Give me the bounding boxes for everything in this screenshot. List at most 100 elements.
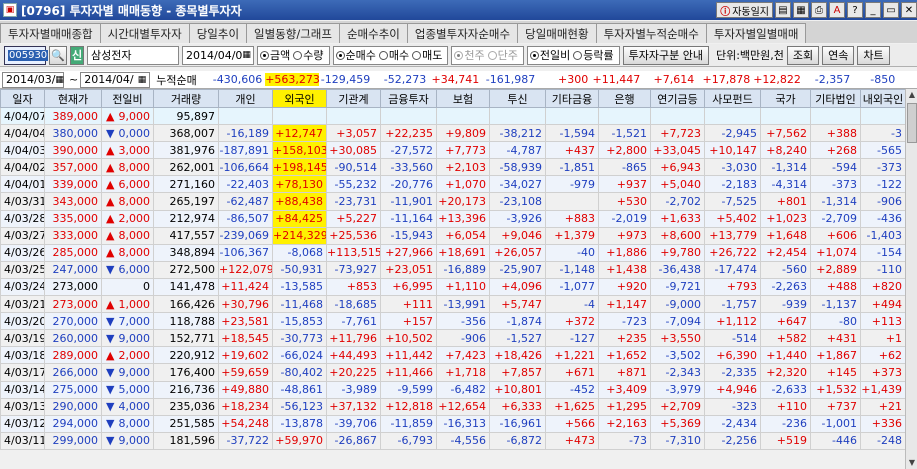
calendar-icon[interactable]: ▦ — [242, 50, 251, 60]
value-cell: -154 — [860, 243, 906, 262]
value-cell: -865 — [598, 158, 651, 177]
column-header[interactable]: 금융투자 — [380, 89, 437, 108]
column-header[interactable]: 기관계 — [326, 89, 381, 108]
down-triangle-icon: ▼ — [106, 263, 115, 277]
table-row[interactable]: 4/03/25 247,000 ▼ 6,000 272,500 +122,079 -50,9… — [0, 260, 906, 279]
table-row[interactable]: 4/03/18 289,000 ▲ 2,000 220,912 +19,602 -66,02… — [0, 346, 906, 365]
font-size-icon[interactable]: A — [829, 2, 845, 18]
grid-layout-icon[interactable]: ▦ — [793, 2, 809, 18]
table-row[interactable]: 4/03/11 299,000 ▼ 9,000 181,596 -37,722 +59,97… — [0, 431, 906, 450]
scroll-thumb[interactable] — [907, 103, 917, 143]
query-button[interactable]: 조회 — [786, 45, 820, 65]
value-cell: -723 — [598, 312, 651, 331]
value-cell: +113 — [860, 312, 906, 331]
value-cell: 380,000 — [44, 124, 102, 143]
help-button[interactable]: ? — [847, 2, 863, 18]
value-cell: +49,880 — [218, 380, 273, 399]
table-row[interactable]: 4/03/20 270,000 ▼ 7,000 118,788 +23,581 -15,85… — [0, 312, 906, 331]
value-cell: -2,343 — [650, 363, 705, 382]
column-header[interactable]: 거래량 — [153, 89, 219, 108]
column-header[interactable]: 일자 — [0, 89, 45, 108]
table-row[interactable]: 4/03/24 273,000 0 141,478 +11,424 -13,585 +853… — [0, 277, 906, 297]
radio-change-rate[interactable]: 등락률 — [573, 47, 614, 63]
close-icon[interactable]: ✕ — [901, 2, 917, 18]
print-icon[interactable]: ⎙ — [811, 2, 827, 18]
auto-log-button[interactable]: ⓘ 자동일지 — [716, 2, 773, 18]
radio-sell[interactable]: 매도 — [412, 47, 442, 63]
column-header[interactable]: 투신 — [489, 89, 546, 108]
restore-icon[interactable]: ▭ — [883, 2, 899, 18]
table-row[interactable]: 4/04/07 389,000 ▲ 9,000 95,897 — [0, 106, 906, 126]
table-row[interactable]: 4/03/17 266,000 ▼ 9,000 176,400 +59,659 -80,40… — [0, 363, 906, 382]
scroll-up-icon[interactable]: ▲ — [907, 89, 917, 101]
column-header[interactable]: 연기금등 — [650, 89, 705, 108]
vertical-scrollbar[interactable]: ▲ ▼ — [905, 89, 917, 469]
tab-4[interactable]: 순매수추이 — [338, 23, 408, 43]
value-cell: ▲ 8,000 — [101, 192, 154, 211]
stock-code-input[interactable]: 005930 — [4, 45, 49, 65]
radio-net-buy[interactable]: 순매수 — [335, 47, 376, 63]
table-row[interactable]: 4/03/12 294,000 ▼ 8,000 251,585 +54,248 -13,87… — [0, 414, 906, 433]
tab-8[interactable]: 투자자별일별매매 — [705, 23, 807, 43]
minimize-icon[interactable]: _ — [865, 2, 881, 18]
radio-single-shares[interactable]: 단주 — [487, 47, 518, 63]
table-row[interactable]: 4/03/28 335,000 ▲ 2,000 212,974 -86,507 +84,42… — [0, 209, 906, 228]
radio-qty[interactable]: 수량 — [293, 47, 324, 63]
column-header[interactable]: 개인 — [218, 89, 273, 108]
table-row[interactable]: 4/03/21 273,000 ▲ 1,000 166,426 +30,796 -11,46… — [0, 295, 906, 314]
column-header[interactable]: 기타법인 — [810, 89, 861, 108]
table-row[interactable]: 4/03/19 260,000 ▼ 9,000 152,771 +18,545 -30,77… — [0, 329, 906, 348]
query-toolbar: 005930 🔍 신 삼성전자 2014/04/0 ▦ 금액 수량 순매수 매수 … — [0, 44, 917, 67]
column-header[interactable]: 전일비 — [101, 89, 154, 108]
column-header[interactable]: 외국인 — [272, 89, 327, 108]
tab-6[interactable]: 당일매매현황 — [517, 23, 597, 43]
radio-prev-day[interactable]: 전일비 — [529, 47, 570, 63]
new-stock-icon[interactable]: 신 — [70, 45, 84, 65]
table-row[interactable]: 4/04/02 357,000 ▲ 8,000 262,001 -106,664 +198,… — [0, 158, 906, 177]
table-row[interactable]: 4/04/04 380,000 ▼ 0,000 368,007 -16,189 +12,74… — [0, 124, 906, 143]
table-row[interactable]: 4/03/27 333,000 ▲ 8,000 417,557 -239,069 +214,… — [0, 226, 906, 245]
table-row[interactable]: 4/04/03 390,000 ▲ 3,000 381,976 -187,891 +158,… — [0, 141, 906, 160]
tab-0[interactable]: 투자자별매매종합 — [0, 23, 101, 43]
value-cell: -106,664 — [218, 158, 273, 177]
column-header[interactable]: 보험 — [436, 89, 490, 108]
to-date-input[interactable]: 2014/04/▦ — [80, 71, 151, 88]
date-input[interactable]: 2014/04/0 ▦ — [182, 45, 254, 65]
value-cell: -16,189 — [218, 124, 273, 143]
chart-button[interactable]: 차트 — [857, 45, 890, 65]
tab-2[interactable]: 당일추이 — [188, 23, 248, 43]
value-cell: +3,550 — [650, 329, 705, 348]
value-cell: +21 — [860, 397, 906, 416]
tab-1[interactable]: 시간대별투자자 — [99, 23, 190, 43]
radio-thousand-shares[interactable]: 천주 — [454, 47, 485, 63]
search-icon[interactable]: 🔍 — [49, 45, 67, 65]
column-header[interactable]: 사모펀드 — [704, 89, 761, 108]
column-header[interactable]: 기타금융 — [545, 89, 599, 108]
screen-save-icon[interactable]: ▤ — [775, 2, 791, 18]
table-row[interactable]: 4/03/13 290,000 ▼ 4,000 235,036 +18,234 -56,12… — [0, 397, 906, 416]
value-cell: -36,438 — [650, 260, 705, 279]
summary-value: -430,606 — [212, 73, 263, 86]
value-cell: -1,148 — [545, 260, 599, 279]
table-row[interactable]: 4/04/01 339,000 ▲ 6,000 271,160 -22,403 +78,13… — [0, 175, 906, 194]
table-row[interactable]: 4/03/14 275,000 ▼ 5,000 216,736 +49,880 -48,86… — [0, 380, 906, 399]
from-date-input[interactable]: 2014/03/▦ — [2, 71, 64, 88]
calendar-icon[interactable]: ▦ — [138, 75, 147, 85]
column-header[interactable]: 국가 — [760, 89, 811, 108]
column-header[interactable]: 내외국인 — [860, 89, 906, 108]
tab-7[interactable]: 투자자별누적순매수 — [595, 23, 707, 43]
radio-amount[interactable]: 금액 — [260, 47, 290, 63]
column-header[interactable]: 은행 — [598, 89, 651, 108]
tab-5[interactable]: 업종별투자자순매수 — [406, 23, 519, 43]
radio-buy[interactable]: 매수 — [378, 47, 409, 63]
table-row[interactable]: 4/03/31 343,000 ▲ 8,000 265,197 -62,487 +88,43… — [0, 192, 906, 211]
investor-guide-button[interactable]: 투자자구분 안내 — [622, 45, 709, 65]
table-row[interactable]: 4/03/26 285,000 ▲ 8,000 348,894 -106,367 -8,06… — [0, 243, 906, 262]
value-cell: +10,147 — [704, 141, 761, 160]
value-cell: +110 — [760, 397, 811, 416]
scroll-down-icon[interactable]: ▼ — [907, 457, 917, 469]
next-button[interactable]: 연속 — [822, 45, 855, 65]
column-header[interactable]: 현재가 — [44, 89, 102, 108]
calendar-icon[interactable]: ▦ — [55, 75, 64, 85]
tab-3[interactable]: 일별동향/그래프 — [246, 23, 340, 43]
